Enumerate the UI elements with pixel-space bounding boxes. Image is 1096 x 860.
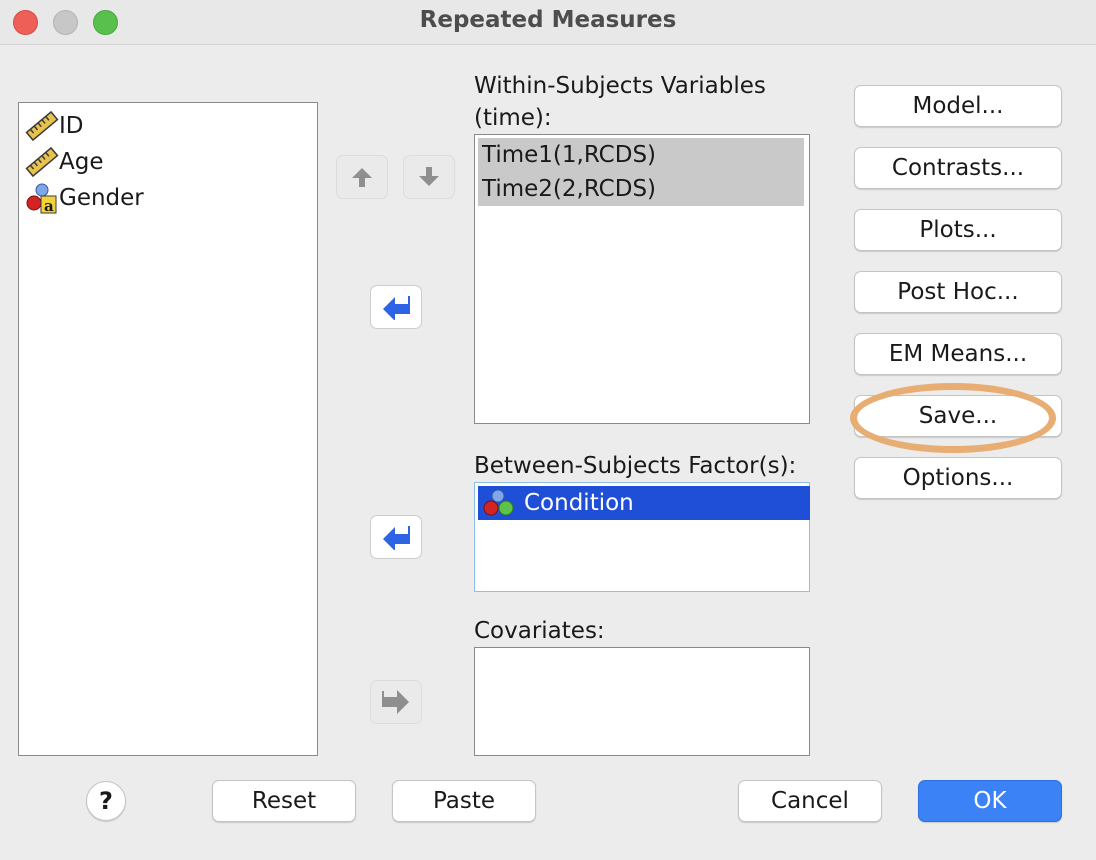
variable-label: Gender [59, 185, 144, 211]
nominal-factor-icon [483, 489, 514, 516]
variable-item-id[interactable]: ID [25, 109, 84, 143]
within-item[interactable]: Time1(1,RCDS) [478, 138, 804, 172]
arrow-left-icon [383, 526, 410, 550]
within-subjects-label-line2: (time): [474, 105, 552, 131]
window-title: Repeated Measures [419, 7, 677, 33]
title-bar: Repeated Measures [0, 0, 1096, 45]
move-down-button[interactable] [403, 155, 455, 199]
variable-item-age[interactable]: Age [25, 145, 103, 179]
within-subjects-label-line1: Within-Subjects Variables [474, 73, 766, 99]
arrow-left-icon [383, 296, 410, 320]
model-button[interactable]: Model... [854, 85, 1062, 127]
contrasts-button[interactable]: Contrasts... [854, 147, 1062, 189]
arrow-right-icon [382, 690, 409, 714]
post-hoc-button[interactable]: Post Hoc... [854, 271, 1062, 313]
between-subjects-label: Between-Subjects Factor(s): [474, 453, 797, 479]
nominal-string-icon: a [25, 182, 59, 215]
variable-label: ID [59, 113, 84, 139]
between-item-condition[interactable]: Condition [478, 486, 810, 520]
within-item[interactable]: Time2(2,RCDS) [478, 172, 804, 206]
source-variable-list[interactable]: ID Age a Gender [18, 102, 318, 756]
reset-button[interactable]: Reset [212, 780, 356, 822]
cancel-button[interactable]: Cancel [738, 780, 882, 822]
help-button[interactable]: ? [86, 781, 126, 821]
variable-item-gender[interactable]: a Gender [25, 181, 144, 215]
move-between-button[interactable] [370, 515, 422, 559]
move-within-button[interactable] [370, 285, 422, 329]
em-means-button[interactable]: EM Means... [854, 333, 1062, 375]
scale-ruler-icon [25, 110, 59, 142]
plots-button[interactable]: Plots... [854, 209, 1062, 251]
svg-text:a: a [44, 197, 54, 214]
move-up-button[interactable] [336, 155, 388, 199]
paste-button[interactable]: Paste [392, 780, 536, 822]
ok-button[interactable]: OK [918, 780, 1062, 822]
covariates-label: Covariates: [474, 618, 605, 644]
save-button[interactable]: Save... [854, 395, 1062, 437]
between-subjects-list[interactable]: Condition [474, 482, 810, 592]
arrow-up-icon [352, 168, 372, 187]
covariates-list[interactable] [474, 647, 810, 756]
options-button[interactable]: Options... [854, 457, 1062, 499]
move-covariate-button[interactable] [370, 680, 422, 724]
scale-ruler-icon [25, 146, 59, 178]
within-subjects-list[interactable]: Time1(1,RCDS) Time2(2,RCDS) [474, 134, 810, 424]
variable-label: Age [59, 149, 104, 175]
arrow-down-icon [419, 167, 439, 186]
